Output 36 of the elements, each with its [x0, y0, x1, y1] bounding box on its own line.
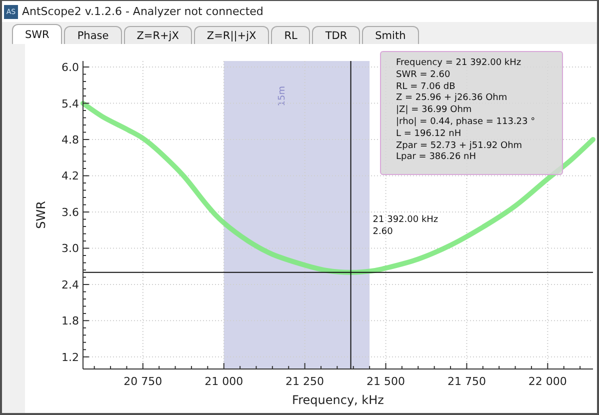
y-tick-label: 1.2 [62, 350, 79, 364]
y-tick-label: 3.6 [62, 206, 79, 219]
tab[interactable]: SWR [12, 24, 62, 44]
x-axis-title: Frequency, kHz [292, 393, 384, 407]
y-tick-label: 2.4 [62, 278, 79, 292]
tab[interactable]: Phase [64, 26, 122, 44]
y-tick-label: 4.2 [62, 170, 79, 183]
y-tick-label: 4.8 [62, 134, 79, 146]
measurement-text: Z = 25.96 + j26.36 Ohm [396, 93, 508, 105]
tab[interactable]: Z=R||+jX [194, 26, 270, 44]
measurement-text: L = 196.12 nH [396, 128, 462, 141]
measurement-text: SWR = 2.60 [396, 70, 452, 82]
band-label: 15m [278, 86, 288, 106]
cursor-readout: 21 392.00 kHz 2.60 [372, 214, 438, 238]
x-tick-label: 20 750 [124, 375, 162, 388]
x-tick-label: 21 250 [286, 375, 324, 388]
x-tick-label: 21 000 [204, 375, 244, 388]
tab[interactable]: Z=R+jX [124, 26, 192, 44]
measurement-text: |rho| = 0.44, phase = 113.23 ° [396, 116, 536, 129]
y-tick-label: 5.4 [62, 97, 79, 110]
x-tick-label: 21 750 [447, 375, 486, 388]
x-tick-label: 22 000 [528, 375, 567, 388]
measurement-text: |Z| = 36.99 Ohm [396, 105, 473, 117]
x-tick-label: 21 500 [366, 375, 405, 388]
y-tick-label: 6.0 [62, 61, 79, 74]
window-title: AntScope2 v.1.2.6 - Analyzer not connected [22, 5, 264, 18]
y-tick-label: 1.8 [62, 314, 79, 328]
y-axis-title: SWR [34, 201, 48, 229]
tab[interactable]: RL [271, 26, 310, 44]
y-tick-label: 3.0 [62, 242, 79, 256]
tab[interactable]: Smith [362, 26, 419, 44]
measurement-text: Zpar = 52.73 + j51.92 Ohm [396, 140, 524, 152]
measurement-text: Lpar = 386.26 nH [396, 152, 478, 164]
measurement-text: Frequency = 21 392.00 kHz [396, 58, 522, 70]
measurement-text: RL = 7.06 dB [396, 82, 456, 93]
tab[interactable]: TDR [312, 26, 360, 44]
